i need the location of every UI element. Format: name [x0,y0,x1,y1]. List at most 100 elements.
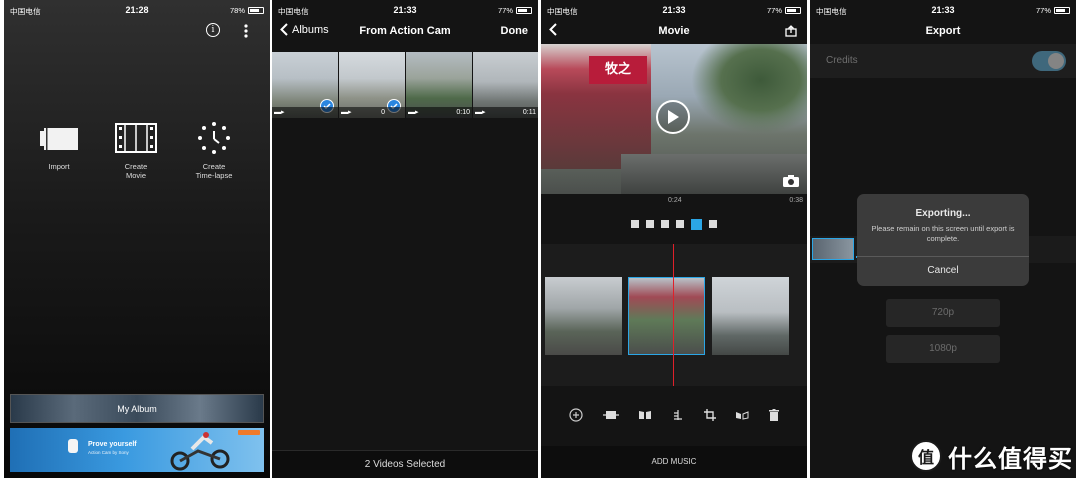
play-button[interactable] [656,100,690,134]
add-music-button[interactable]: ADD MUSIC [541,446,807,478]
video-thumbnail[interactable]: ▬▸ [272,52,338,118]
watermark-logo: 值 [910,440,942,472]
trim-icon[interactable] [602,410,619,420]
share-icon[interactable] [785,25,797,40]
resolution-720p-button[interactable]: 720p [886,299,1000,327]
banner-badge [238,430,260,435]
watermark-text: 什么值得买 [948,444,1073,473]
page-dot[interactable] [676,220,684,228]
battery-icon [248,7,264,14]
duration-label: 0:10 [456,109,470,116]
watermark-logo-glyph: 值 [917,448,934,467]
watermark: 值 什么值得买 [910,436,1076,476]
road [621,154,807,194]
export-clip-thumbnail [812,238,854,260]
motocross-rider-image [170,432,230,471]
timeline-clip[interactable] [545,277,622,355]
current-time: 0:24 [668,197,682,204]
flip-icon[interactable] [735,410,749,420]
create-movie-label: Create Movie [124,162,148,180]
film-strip-icon [96,120,176,156]
credits-toggle[interactable] [1032,51,1066,71]
video-camera-icon: ▬▸ [408,109,419,116]
cancel-button[interactable]: Cancel [857,256,1029,286]
home-screen: 中国电信 21:28 78% i Import Create Movie Cre… [4,0,270,478]
create-timelapse-label: Create Time-lapse [195,162,233,180]
status-bar: 中国电信 21:28 78% [4,0,270,20]
trash-icon[interactable] [769,409,780,421]
import-label: Import [48,162,70,171]
credits-label: Credits [826,55,858,66]
selection-footer: 2 Videos Selected [272,450,538,478]
trees [691,44,807,134]
edit-toolbar [541,400,807,430]
my-album-label: My Album [117,404,157,414]
done-button[interactable]: Done [501,25,529,37]
video-thumbnail[interactable]: ▬▸ 0:11 [473,52,538,118]
battery-icon [516,7,532,14]
video-camera-icon: ▬▸ [341,109,352,116]
video-preview[interactable]: 牧之 [541,44,807,194]
split-icon[interactable] [638,410,652,420]
resolution-1080p-button[interactable]: 1080p [886,335,1000,363]
shop-sign: 牧之 [589,56,647,84]
page-title: From Action Cam [359,25,451,37]
battery-icon [785,7,801,14]
import-icon [19,120,99,156]
timeline-clip[interactable] [712,277,789,355]
camera-product-image [68,439,78,453]
movie-editor-screen: 中国电信 21:33 77% Movie 牧之 0:24 0:38 ADD MU… [541,0,807,478]
battery-percent: 77% [766,6,782,15]
page-dot-active[interactable] [691,218,702,230]
dialog-title: Exporting... [915,208,971,219]
video-thumbnail[interactable]: ▬▸ 0 [339,52,405,118]
battery-icon [1054,7,1070,14]
nav-bar: Export [810,20,1076,44]
video-camera-icon: ▬▸ [274,109,285,116]
create-timelapse-tile[interactable]: Create Time-lapse [174,120,254,180]
timeline-clip-selected[interactable] [628,277,705,355]
my-album-strip[interactable]: My Album [10,394,264,423]
page-dot[interactable] [646,220,654,228]
duration-label: 0 [381,109,385,116]
total-time: 0:38 [789,197,803,204]
video-picker-screen: 中国电信 21:33 77% Albums From Action Cam Do… [272,0,538,478]
play-icon [668,110,679,124]
ad-banner[interactable]: Prove yourself Action Cam by Sony [10,428,264,472]
create-movie-tile[interactable]: Create Movie [96,120,176,180]
battery-percent: 77% [497,6,513,15]
export-dialog: Exporting... Please remain on this scree… [857,194,1029,286]
duration-label: 0:11 [522,109,536,116]
thumbnail-grid: ▬▸ ▬▸ 0 ▬▸ 0:10 ▬▸ 0:11 [272,52,538,118]
dialog-message: Please remain on this screen until expor… [871,224,1015,243]
clip-timeline[interactable] [541,244,807,386]
export-screen: 中国电信 21:33 77% Export Credits 720p 1080p… [810,0,1076,478]
status-bar: 中国电信 21:33 77% [810,0,1076,20]
more-vertical-icon[interactable] [243,24,249,38]
video-thumbnail[interactable]: ▬▸ 0:10 [406,52,472,118]
page-dot[interactable] [709,220,717,228]
page-title: Movie [658,25,690,37]
banner-title: Prove yourself [88,441,137,448]
add-icon[interactable] [569,408,583,422]
page-dot[interactable] [661,220,669,228]
page-indicator[interactable] [541,218,807,230]
battery-percent: 77% [1035,6,1051,15]
page-title: Export [925,25,961,37]
import-tile[interactable]: Import [19,120,99,171]
crop-icon[interactable] [703,409,716,421]
nav-bar: Albums From Action Cam Done [272,20,538,44]
nav-bar: Movie [541,20,807,44]
status-bar: 中国电信 21:33 77% [541,0,807,20]
time-lapse-icon [174,120,254,156]
speed-icon[interactable] [672,409,684,421]
video-camera-icon: ▬▸ [475,109,486,116]
camera-icon[interactable] [783,174,799,187]
info-icon[interactable]: i [206,23,220,37]
page-dot[interactable] [631,220,639,228]
banner-subtitle: Action Cam by Sony [88,450,129,455]
shop-sign-text: 牧之 [604,62,631,77]
credits-row: Credits [810,44,1076,78]
playhead[interactable] [673,244,674,386]
battery-percent: 78% [229,6,245,15]
